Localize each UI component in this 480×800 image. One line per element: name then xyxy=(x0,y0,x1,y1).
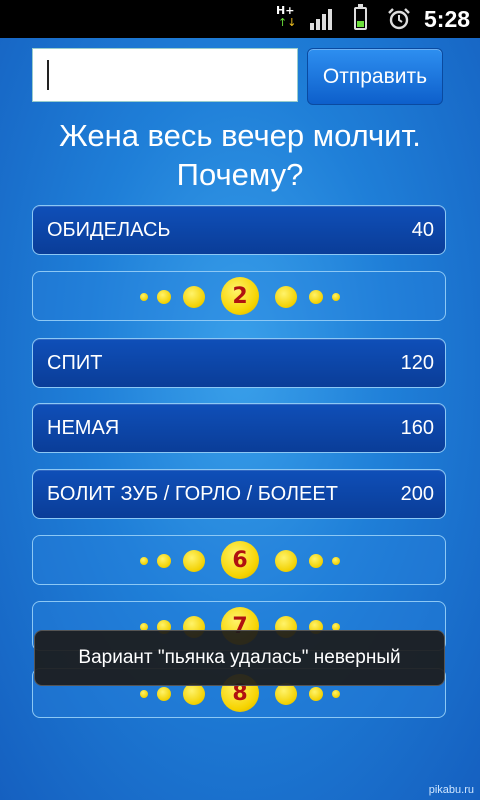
toast-message: Вариант "пьянка удалась" неверный xyxy=(34,630,445,686)
answer-text: НЕМАЯ xyxy=(47,417,120,439)
answer-text: БОЛИТ ЗУБ / ГОРЛО / БОЛЕЕТ xyxy=(47,483,338,505)
clock: 5:28 xyxy=(424,6,471,32)
send-button-label: Отправить xyxy=(322,64,428,88)
watermark: pikabu.ru xyxy=(428,784,474,796)
answer-score: 160 xyxy=(400,417,434,439)
answer-text: ОБИДЕЛАСЬ xyxy=(47,219,171,241)
answer-row-3: СПИТ 120 xyxy=(32,338,446,388)
question-text: Жена весь вечер молчит. Почему? xyxy=(0,116,480,194)
answer-row-5: БОЛИТ ЗУБ / ГОРЛО / БОЛЕЕТ 200 xyxy=(32,469,446,519)
answer-row-1: ОБИДЕЛАСЬ 40 xyxy=(32,205,446,255)
text-cursor xyxy=(47,60,49,90)
answer-score: 120 xyxy=(400,352,434,374)
answer-row-4: НЕМАЯ 160 xyxy=(32,403,446,453)
answer-text: СПИТ xyxy=(47,352,103,374)
alarm-icon xyxy=(388,8,410,30)
network-icon: H+ ↑↓ xyxy=(276,4,297,29)
answer-input[interactable] xyxy=(32,48,298,102)
answer-number-badge: 2 xyxy=(221,277,259,315)
status-bar: H+ ↑↓ 5:28 xyxy=(0,0,480,38)
answer-score: 200 xyxy=(400,483,434,505)
answer-row-2: 2 xyxy=(32,271,446,321)
signal-icon xyxy=(310,8,336,30)
answer-number-badge: 6 xyxy=(221,541,259,579)
send-button[interactable]: Отправить xyxy=(307,48,443,105)
battery-icon xyxy=(354,4,367,30)
question-line-2: Почему? xyxy=(176,157,304,192)
toast-text: Вариант "пьянка удалась" неверный xyxy=(78,647,401,668)
answer-score: 40 xyxy=(411,219,434,241)
answer-row-6: 6 xyxy=(32,535,446,585)
question-line-1: Жена весь вечер молчит. xyxy=(59,118,421,153)
